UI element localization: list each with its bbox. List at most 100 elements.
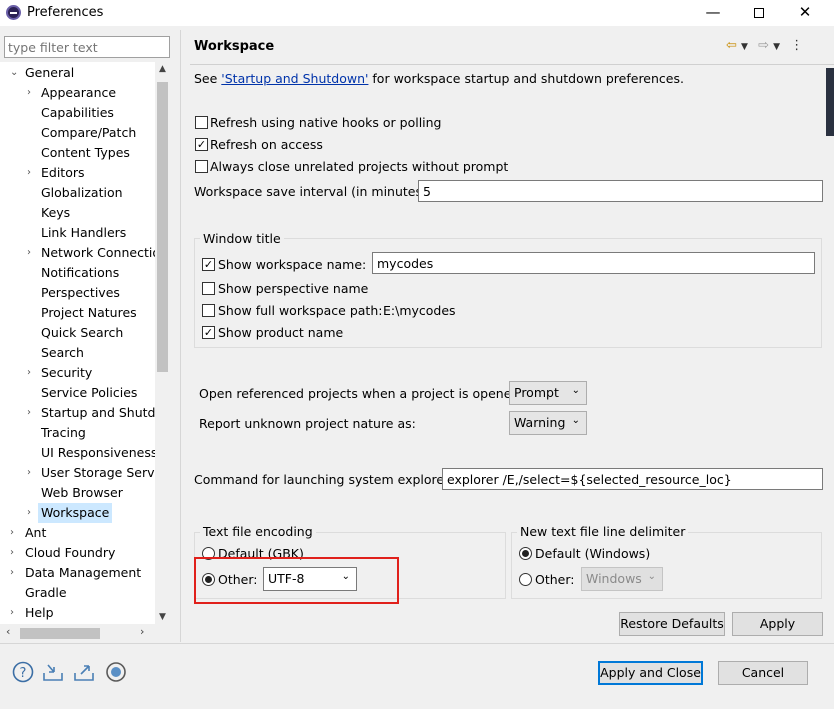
title-bar: Preferences — ✕ <box>0 0 834 26</box>
tree-item[interactable]: Link Handlers <box>0 223 155 243</box>
tree-item-label: Compare/Patch <box>41 125 137 140</box>
tree-item[interactable]: Keys <box>0 203 155 223</box>
tree-item-label: User Storage Servic <box>41 465 155 480</box>
tree-item-label: Web Browser <box>41 485 123 500</box>
close-button[interactable]: ✕ <box>782 0 828 26</box>
chevron-right-icon[interactable]: › <box>10 563 14 583</box>
tree-item[interactable]: Notifications <box>0 263 155 283</box>
tree-item[interactable]: › User Storage Servic <box>0 463 155 483</box>
chevron-right-icon[interactable]: › <box>27 403 31 423</box>
back-icon[interactable]: ⇦ <box>726 38 737 53</box>
refresh-access-checkbox[interactable]: ✓ <box>195 138 208 151</box>
chevron-right-icon[interactable]: › <box>27 363 31 383</box>
forward-menu-icon[interactable]: ▼ <box>773 42 780 52</box>
tree-item[interactable]: › Startup and Shutdo <box>0 403 155 423</box>
open-referenced-label: Open referenced projects when a project … <box>199 386 524 401</box>
tree-horizontal-scrollbar[interactable]: ‹ › <box>0 624 155 642</box>
history-navigation: ⇦ ▼ ⇨ ▼ ⋮ <box>726 38 803 53</box>
show-full-path-checkbox[interactable] <box>202 304 215 317</box>
report-unknown-value: Warning <box>514 415 566 430</box>
tree-item-label: Link Handlers <box>41 225 127 240</box>
chevron-right-icon[interactable]: › <box>27 463 31 483</box>
restore-defaults-button[interactable]: Restore Defaults <box>619 612 725 636</box>
startup-shutdown-link[interactable]: 'Startup and Shutdown' <box>221 71 368 86</box>
report-unknown-select[interactable]: Warning ⌄ <box>509 411 587 435</box>
delimiter-other-radio[interactable] <box>519 573 532 586</box>
delimiter-default-radio[interactable] <box>519 547 532 560</box>
tree-item[interactable]: › Appearance <box>0 83 155 103</box>
delimiter-other-label: Other: <box>535 572 575 587</box>
scroll-down-icon[interactable]: ▼ <box>155 612 170 622</box>
tree-item[interactable]: Quick Search <box>0 323 155 343</box>
delimiter-value: Windows <box>586 571 642 586</box>
tree-item[interactable]: Compare/Patch <box>0 123 155 143</box>
chevron-right-icon[interactable]: › <box>10 603 14 623</box>
annotation-highlight-box <box>194 557 399 604</box>
tree-item[interactable]: › Network Connectio <box>0 243 155 263</box>
tree-item[interactable]: Capabilities <box>0 103 155 123</box>
show-workspace-name-checkbox[interactable]: ✓ <box>202 258 215 271</box>
chevron-right-icon[interactable]: › <box>27 163 31 183</box>
forward-icon[interactable]: ⇨ <box>758 38 769 53</box>
apply-button[interactable]: Apply <box>732 612 823 636</box>
import-icon[interactable] <box>42 661 64 683</box>
filter-input[interactable] <box>4 36 170 58</box>
tree-item[interactable]: › Workspace <box>0 503 155 523</box>
tree-item[interactable]: Search <box>0 343 155 363</box>
chevron-right-icon[interactable]: › <box>10 543 14 563</box>
scroll-up-icon[interactable]: ▲ <box>155 64 170 74</box>
view-menu-icon[interactable]: ⋮ <box>790 38 803 53</box>
record-icon[interactable] <box>105 661 127 683</box>
open-referenced-select[interactable]: Prompt ⌄ <box>509 381 587 405</box>
tree-item[interactable]: › Cloud Foundry <box>0 543 155 563</box>
tree-item[interactable]: › Data Management <box>0 563 155 583</box>
scroll-thumb[interactable] <box>157 82 168 372</box>
tree-item[interactable]: Gradle <box>0 583 155 603</box>
export-icon[interactable] <box>73 661 95 683</box>
tree-item[interactable]: Tracing <box>0 423 155 443</box>
chevron-down-icon[interactable]: ⌄ <box>10 63 18 83</box>
maximize-button[interactable] <box>736 0 782 26</box>
chevron-right-icon[interactable]: › <box>27 503 31 523</box>
show-full-path-label: Show full workspace path: <box>218 303 383 318</box>
workspace-name-input[interactable]: mycodes <box>372 252 815 274</box>
scroll-left-icon[interactable]: ‹ <box>6 625 10 638</box>
apply-and-close-button[interactable]: Apply and Close <box>598 661 703 685</box>
back-menu-icon[interactable]: ▼ <box>741 42 748 52</box>
tree-item[interactable]: › Editors <box>0 163 155 183</box>
tree-item-label: Perspectives <box>41 285 120 300</box>
tree-item[interactable]: Content Types <box>0 143 155 163</box>
help-icon[interactable]: ? <box>12 661 34 683</box>
show-perspective-checkbox[interactable] <box>202 282 215 295</box>
refresh-native-checkbox[interactable] <box>195 116 208 129</box>
chevron-right-icon[interactable]: › <box>10 523 14 543</box>
preferences-tree[interactable]: ⌄ General › Appearance Capabilities Compare/P… <box>0 62 155 624</box>
tree-item[interactable]: Project Natures <box>0 303 155 323</box>
scroll-right-icon[interactable]: › <box>140 625 144 638</box>
chevron-right-icon[interactable]: › <box>27 83 31 103</box>
tree-item[interactable]: › Security <box>0 363 155 383</box>
tree-item-label: Content Types <box>41 145 130 160</box>
show-product-checkbox[interactable]: ✓ <box>202 326 215 339</box>
tree-item-label: Service Policies <box>41 385 138 400</box>
tree-vertical-scrollbar[interactable]: ▲ ▼ <box>155 62 170 624</box>
tree-item[interactable]: Perspectives <box>0 283 155 303</box>
save-interval-input[interactable]: 5 <box>418 180 823 202</box>
minimize-button[interactable]: — <box>690 0 736 26</box>
sash-divider[interactable] <box>180 30 181 642</box>
tree-item[interactable]: › Ant <box>0 523 155 543</box>
refresh-native-label: Refresh using native hooks or polling <box>210 115 442 130</box>
tree-item[interactable]: › Help <box>0 603 155 623</box>
tree-item[interactable]: ⌄ General <box>0 63 155 83</box>
tree-item[interactable]: Web Browser <box>0 483 155 503</box>
delimiter-group <box>511 532 822 599</box>
command-input[interactable]: explorer /E,/select=${selected_resource_… <box>442 468 823 490</box>
tree-item[interactable]: Service Policies <box>0 383 155 403</box>
scroll-thumb-horizontal[interactable] <box>20 628 100 639</box>
always-close-checkbox[interactable] <box>195 160 208 173</box>
tree-item[interactable]: UI Responsiveness <box>0 443 155 463</box>
chevron-right-icon[interactable]: › <box>27 243 31 263</box>
cancel-button[interactable]: Cancel <box>718 661 808 685</box>
tree-item-label: Network Connectio <box>41 245 155 260</box>
tree-item[interactable]: Globalization <box>0 183 155 203</box>
